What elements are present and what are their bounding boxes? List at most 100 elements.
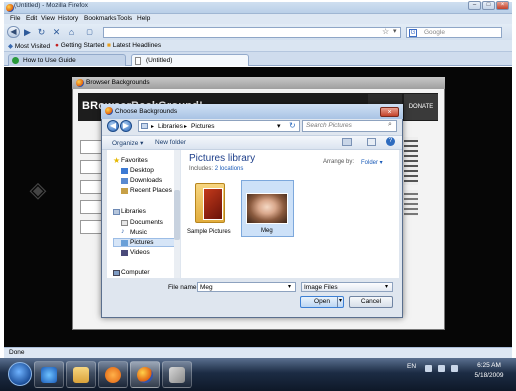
menu-view[interactable]: View [41, 15, 55, 22]
nav-item-music[interactable]: Music [130, 229, 147, 236]
nav-item-recent-places[interactable]: Recent Places [130, 187, 172, 194]
breadcrumb-separator: ▸ [184, 124, 188, 130]
rss-icon: ■ [107, 42, 111, 49]
nav-favorites-header[interactable]: Favorites [121, 157, 148, 164]
minimize-button[interactable]: – [468, 1, 481, 10]
open-dropdown-icon[interactable]: ▾ [339, 297, 342, 304]
favorites-star-icon: ★ [113, 156, 121, 165]
cancel-button[interactable]: Cancel [349, 296, 393, 308]
taskbar-ie[interactable] [34, 361, 64, 388]
clock-time[interactable]: 6:25 AM [468, 362, 510, 369]
latest-headlines-bookmark[interactable]: ■ Latest Headlines [107, 42, 161, 49]
firefox-mini-icon: ● [55, 42, 59, 49]
url-bar[interactable] [103, 27, 401, 38]
preview-pane-icon[interactable] [367, 138, 376, 146]
nav-item-downloads[interactable]: Downloads [130, 177, 162, 184]
item-label-meg[interactable]: Meg [261, 228, 273, 234]
item-label-sample-pictures[interactable]: Sample Pictures [187, 229, 231, 235]
search-bar[interactable]: G Google [406, 27, 502, 38]
back-button[interactable]: ◀ [7, 26, 20, 38]
thumbnail-slot[interactable] [80, 180, 102, 194]
maximize-button[interactable]: □ [482, 1, 495, 10]
tray-flag-icon[interactable] [425, 365, 432, 372]
file-name-input[interactable]: Meg [197, 282, 296, 292]
browser-backgrounds-title: Browser Backgrounds [86, 79, 150, 86]
nav-item-documents[interactable]: Documents [130, 219, 163, 226]
taskbar-explorer[interactable] [66, 361, 96, 388]
taskbar-app[interactable] [162, 361, 192, 388]
nav-item-desktop[interactable]: Desktop [130, 167, 154, 174]
search-icon: ⌕ [388, 121, 392, 128]
menu-bookmarks[interactable]: Bookmarks [84, 15, 117, 22]
most-visited-bookmark[interactable]: ◆ Most Visited [8, 42, 50, 50]
close-button[interactable]: × [496, 1, 509, 10]
address-dropdown-icon[interactable]: ▾ [277, 122, 281, 130]
star-icon[interactable]: ☆ [382, 27, 389, 36]
watermark-logo-icon: ◈ [29, 177, 47, 202]
tray-network-icon[interactable] [438, 365, 445, 372]
tab-untitled[interactable]: (Untitled) [131, 54, 249, 66]
breadcrumb-separator: ▸ [151, 124, 155, 130]
meg-thumbnail[interactable] [246, 193, 288, 224]
getting-started-bookmark[interactable]: ● Getting Started [55, 42, 104, 49]
background-thumbnail[interactable] [404, 190, 418, 216]
tray-volume-icon[interactable] [451, 365, 458, 372]
thumbnail-slot[interactable] [80, 200, 102, 214]
nav-scrollbar-thumb[interactable] [174, 190, 180, 240]
file-name-dropdown-icon[interactable]: ▾ [288, 283, 291, 290]
organize-button[interactable]: Organize ▾ [112, 139, 143, 147]
file-type-dropdown-icon[interactable]: ▾ [385, 283, 388, 290]
menu-edit[interactable]: Edit [26, 15, 37, 22]
new-folder-button[interactable]: New folder [155, 139, 186, 146]
donate-button[interactable]: DONATE [404, 94, 438, 120]
thumbnail-slot[interactable] [80, 160, 102, 174]
tab-label: How to Use Guide [23, 57, 76, 64]
dialog-search-placeholder: Search Pictures [306, 122, 352, 129]
taskbar-media-player[interactable] [98, 361, 128, 388]
dialog-forward-button[interactable]: ▶ [120, 120, 132, 132]
google-icon: G [409, 29, 417, 37]
start-button[interactable] [8, 362, 32, 386]
refresh-icon[interactable]: ↻ [289, 121, 296, 130]
background-thumbnail[interactable] [404, 137, 418, 185]
menu-tools[interactable]: Tools [117, 15, 132, 22]
arrange-by-label: Arrange by: [323, 159, 355, 165]
menu-help[interactable]: Help [137, 15, 150, 22]
folder-icon [73, 367, 89, 383]
reload-button[interactable]: ↻ [36, 27, 47, 38]
bookmark-label: Most Visited [14, 43, 51, 50]
tab-how-to-use-guide[interactable]: How to Use Guide [8, 54, 126, 66]
bookmarks-icon: ◆ [8, 43, 13, 50]
language-indicator[interactable]: EN [407, 363, 416, 370]
menu-file[interactable]: File [10, 15, 20, 22]
stop-button[interactable]: ✕ [51, 27, 62, 38]
dialog-back-button[interactable]: ◀ [107, 120, 119, 132]
nav-item-pictures[interactable]: Pictures [130, 239, 153, 246]
help-icon[interactable]: ? [386, 137, 395, 146]
bookmark-label: Latest Headlines [112, 42, 162, 49]
dialog-close-button[interactable]: × [380, 107, 399, 117]
nav-item-computer[interactable]: Computer [121, 269, 150, 276]
views-icon[interactable] [342, 138, 352, 146]
libraries-icon [113, 209, 120, 215]
downloads-icon [121, 178, 128, 184]
taskbar-firefox[interactable] [130, 361, 160, 388]
thumbnail-slot[interactable] [80, 220, 102, 234]
breadcrumb-pictures[interactable]: Pictures [191, 123, 214, 130]
clock-date[interactable]: 5/18/2009 [468, 372, 510, 379]
forward-button[interactable]: ▶ [22, 27, 33, 38]
thumbnail-slot[interactable] [80, 140, 102, 154]
nav-libraries-header[interactable]: Libraries [121, 208, 146, 215]
address-breadcrumb[interactable]: ▸ Libraries ▸ Pictures ▾ ↻ [138, 120, 300, 132]
menu-history[interactable]: History [58, 15, 78, 22]
desktop-icon [121, 168, 128, 174]
videos-icon [121, 250, 128, 256]
breadcrumb-libraries[interactable]: Libraries [158, 123, 183, 130]
includes-locations-link[interactable]: 2 locations [215, 166, 244, 172]
file-type-select[interactable]: Image Files [301, 282, 393, 292]
home-button[interactable]: ⌂ [66, 27, 77, 38]
dropdown-icon[interactable]: ▾ [393, 27, 397, 35]
nav-item-videos[interactable]: Videos [130, 249, 150, 256]
arrange-by-dropdown[interactable]: Folder ▾ [361, 159, 383, 166]
search-placeholder: Google [424, 29, 445, 36]
